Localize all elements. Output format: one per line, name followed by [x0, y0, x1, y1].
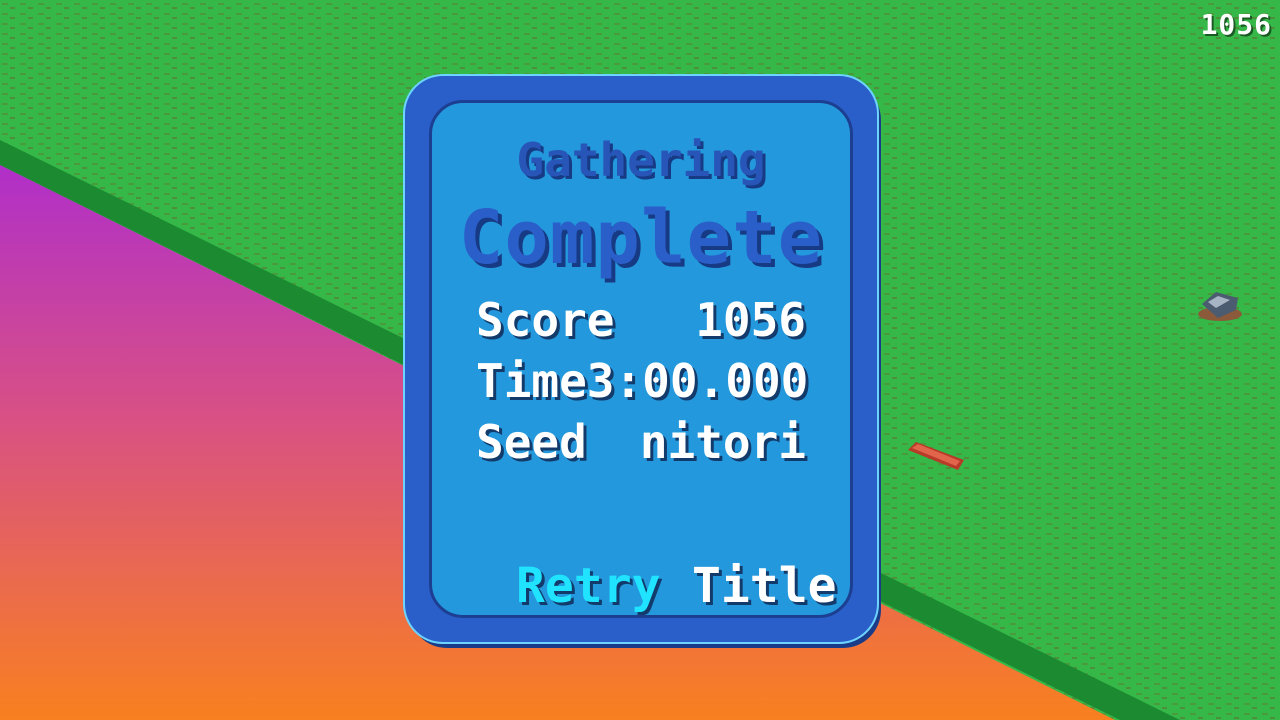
stats-list: Score 1056 Time 3:00.000 Seed nitori: [476, 289, 809, 472]
results-dialog: Gathering Complete Score 1056 Time 3:00.…: [405, 76, 877, 642]
title-button[interactable]: Title: [692, 558, 837, 614]
hud-score: 1056: [1200, 8, 1272, 41]
stat-row-score: Score 1056: [476, 289, 806, 350]
stat-value: 1056: [695, 292, 806, 347]
stat-value: nitori: [639, 414, 806, 469]
stat-row-time: Time 3:00.000: [476, 350, 809, 411]
dialog-heading-small: Gathering: [516, 133, 766, 187]
stat-label: Score: [476, 292, 615, 347]
stat-label: Time: [476, 353, 587, 408]
stat-row-seed: Seed nitori: [476, 411, 806, 472]
results-dialog-inner: Gathering Complete Score 1056 Time 3:00.…: [429, 100, 853, 618]
dialog-heading-large: Complete: [458, 195, 824, 281]
retry-button[interactable]: Retry: [516, 558, 661, 614]
stat-value: 3:00.000: [586, 353, 809, 408]
stat-label: Seed: [476, 414, 587, 469]
